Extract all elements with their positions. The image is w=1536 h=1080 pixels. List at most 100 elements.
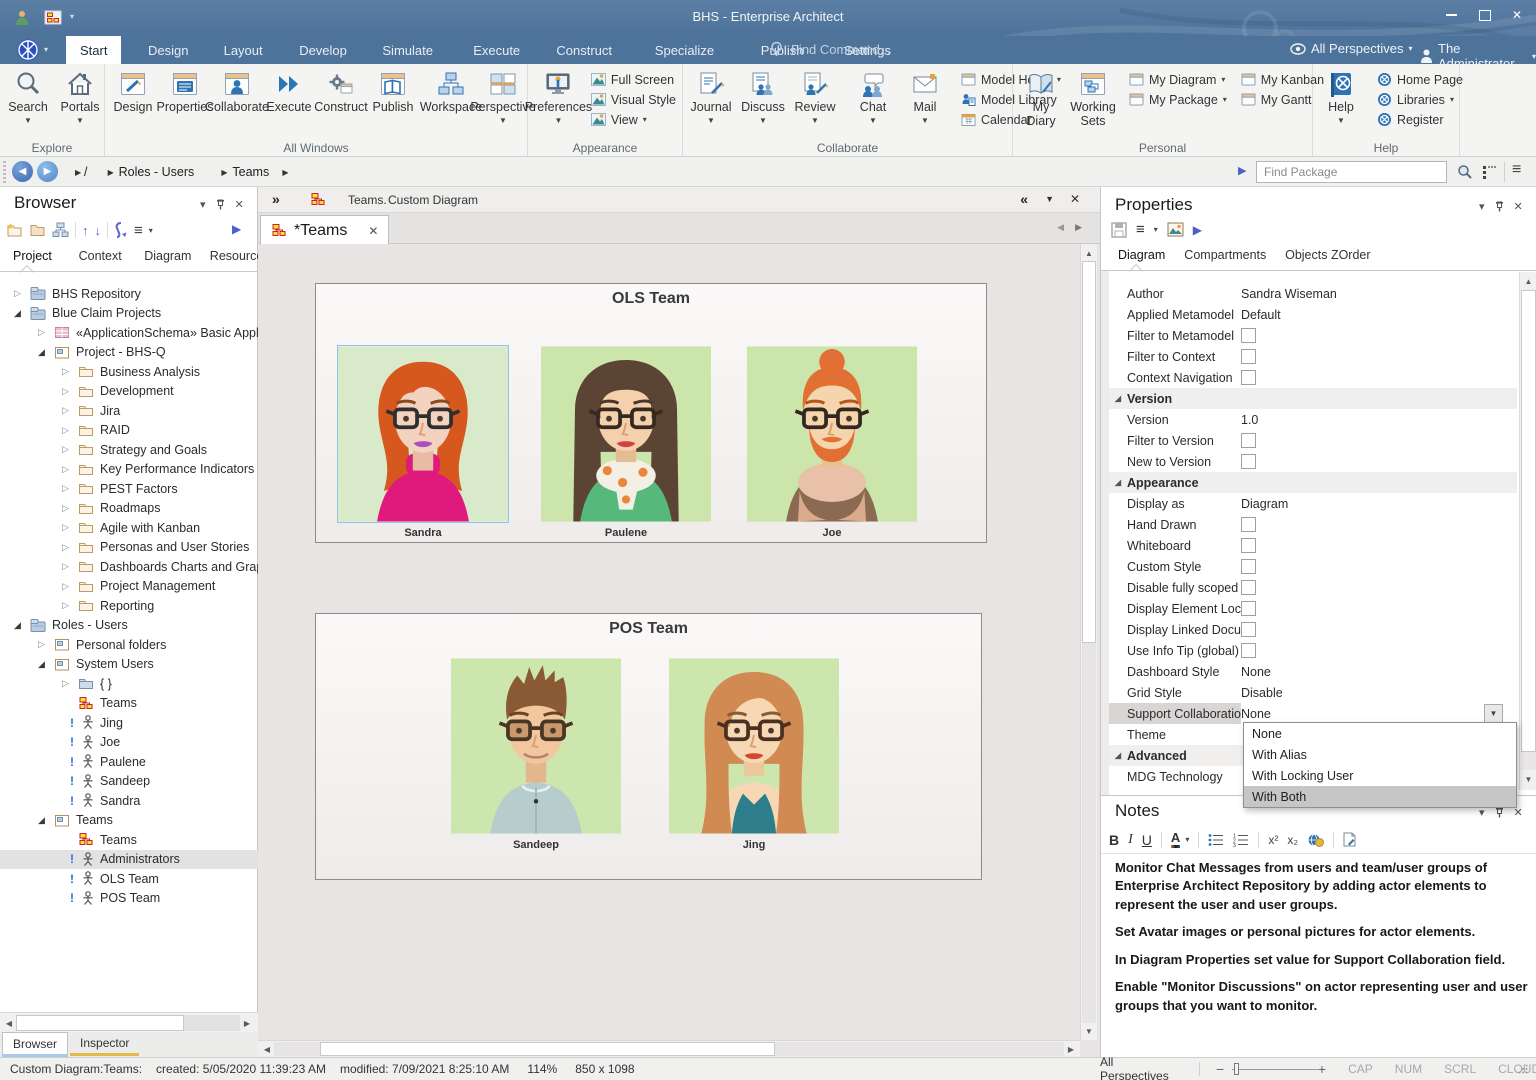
tree-item-blue-claim-projects[interactable]: ◢Blue Claim Projects — [0, 304, 258, 324]
property-row-applied-metamodel[interactable]: Applied MetamodelDefault — [1109, 304, 1517, 325]
ribbon-item-workspace[interactable]: Workspace — [425, 68, 477, 115]
ribbon-item-construct[interactable]: Construct — [315, 68, 367, 115]
breadcrumb-item[interactable]: Roles - Users — [119, 165, 195, 179]
pane-caret-icon[interactable]: ▼ — [1045, 194, 1054, 204]
font-color-button[interactable]: A — [1171, 831, 1180, 848]
tab-scroll-left-icon[interactable]: ◀ — [1057, 222, 1064, 233]
move-down-icon[interactable]: ↓ — [95, 223, 102, 238]
actor-paulene[interactable]: Paulene — [541, 346, 711, 522]
ribbon-item-preferences[interactable]: Preferences▼ — [530, 68, 587, 125]
properties-tab-objects-zorder[interactable]: Objects ZOrder — [1276, 244, 1379, 266]
tree-item--[interactable]: ▷{ } — [0, 674, 258, 694]
ribbon-tab-simulate[interactable]: Simulate — [368, 36, 447, 64]
ribbon-tab-execute[interactable]: Execute — [459, 36, 534, 64]
ribbon-item-libraries[interactable]: Libraries▾ — [1377, 92, 1463, 107]
nav-back-button[interactable]: ◀ — [12, 161, 33, 182]
property-row-filter-to-version[interactable]: Filter to Version — [1109, 430, 1517, 451]
scroll-down-button[interactable]: ▼ — [1082, 1024, 1096, 1038]
tree-item-pos-team[interactable]: !POS Team — [0, 889, 258, 909]
property-row-grid-style[interactable]: Grid StyleDisable — [1109, 682, 1517, 703]
property-row-version[interactable]: Version1.0 — [1109, 409, 1517, 430]
ribbon-tab-specialize[interactable]: Specialize — [641, 36, 728, 64]
tree-item-key-performance-indicators[interactable]: ▷Key Performance Indicators — [0, 460, 258, 480]
property-row-author[interactable]: AuthorSandra Wiseman — [1109, 283, 1517, 304]
ribbon-tab-start[interactable]: Start — [66, 36, 121, 64]
ribbon-item-visual-style[interactable]: Visual Style — [591, 92, 676, 107]
tree-item-personal-folders[interactable]: ▷Personal folders — [0, 635, 258, 655]
scroll-left-button[interactable]: ◀ — [260, 1042, 274, 1056]
property-checkbox[interactable] — [1241, 328, 1256, 343]
property-row-custom-style[interactable]: Custom Style — [1109, 556, 1517, 577]
property-checkbox[interactable] — [1241, 559, 1256, 574]
ribbon-item-collaborate[interactable]: Collaborate — [211, 68, 263, 115]
dropdown-option-none[interactable]: None — [1244, 723, 1516, 744]
expanded-arrow-icon[interactable]: ◢ — [38, 347, 45, 358]
property-row-display-linked-docu-[interactable]: Display Linked Docu... — [1109, 619, 1517, 640]
collapsed-arrow-icon[interactable]: ▷ — [62, 464, 69, 475]
diagram-canvas[interactable]: OLS TeamSandraPauleneJoePOS TeamSandeepJ… — [258, 244, 1080, 1040]
ribbon-item-chat[interactable]: Chat▼ — [847, 68, 899, 125]
section-collapse-icon[interactable]: ◢ — [1109, 751, 1127, 760]
ribbon-item-design[interactable]: Design — [107, 68, 159, 115]
property-row-dashboard-style[interactable]: Dashboard StyleNone — [1109, 661, 1517, 682]
menu-icon[interactable]: ≡ — [1136, 221, 1145, 238]
menu-caret-icon[interactable]: ▾ — [1154, 225, 1158, 234]
ribbon-item-journal[interactable]: Journal▼ — [685, 68, 737, 125]
package-browser-play-icon[interactable]: ▶ — [1238, 164, 1246, 177]
collapsed-arrow-icon[interactable]: ▷ — [14, 288, 21, 299]
property-checkbox[interactable] — [1241, 433, 1256, 448]
tree-item-agile-with-kanban[interactable]: ▷Agile with Kanban — [0, 518, 258, 538]
collapsed-arrow-icon[interactable]: ▷ — [38, 327, 45, 338]
ribbon-item-my-diary[interactable]: My Diary — [1015, 68, 1067, 129]
properties-tab-diagram[interactable]: Diagram — [1109, 244, 1174, 266]
font-color-caret-icon[interactable]: ▾ — [1185, 835, 1189, 844]
browser-tab-context[interactable]: Context — [70, 245, 131, 267]
collapsed-arrow-icon[interactable]: ▷ — [62, 522, 69, 533]
dropdown-option-with-both[interactable]: With Both — [1244, 786, 1516, 807]
scroll-thumb[interactable] — [1521, 290, 1536, 752]
property-checkbox[interactable] — [1241, 622, 1256, 637]
property-checkbox[interactable] — [1241, 517, 1256, 532]
underline-button[interactable]: U — [1142, 832, 1152, 848]
minimize-button[interactable] — [1434, 0, 1468, 30]
properties-tab-compartments[interactable]: Compartments — [1175, 244, 1275, 266]
tab-scroll-right-icon[interactable]: ▶ — [1075, 222, 1082, 233]
ribbon-item-register[interactable]: Register — [1377, 112, 1463, 127]
scroll-thumb[interactable] — [1082, 261, 1096, 643]
property-row-use-info-tip-global-[interactable]: Use Info Tip (global) — [1109, 640, 1517, 661]
tree-item-bhs-repository[interactable]: ▷BHS Repository — [0, 284, 258, 304]
actor-sandeep[interactable]: Sandeep — [451, 658, 621, 834]
status-toggle-cap[interactable]: CAP — [1348, 1062, 1373, 1076]
zoom-in-button[interactable]: + — [1318, 1061, 1326, 1077]
scroll-thumb[interactable] — [16, 1015, 184, 1031]
tree-item-pest-factors[interactable]: ▷PEST Factors — [0, 479, 258, 499]
ribbon-item-home-page[interactable]: Home Page — [1377, 72, 1463, 87]
panel-close-icon[interactable]: ✕ — [235, 198, 244, 211]
property-checkbox[interactable] — [1241, 580, 1256, 595]
collapsed-arrow-icon[interactable]: ▷ — [62, 600, 69, 611]
scroll-down-button[interactable]: ▼ — [1521, 772, 1536, 787]
perspectives-dropdown[interactable]: All Perspectives▾ — [1290, 41, 1413, 56]
collapsed-arrow-icon[interactable]: ▷ — [62, 366, 69, 377]
hamburger-menu-icon[interactable]: ≡ — [134, 222, 143, 239]
support-collaboration-dropdown[interactable]: NoneWith AliasWith Locking UserWith Both — [1243, 722, 1517, 808]
property-row-support-collaboration[interactable]: Support CollaborationNone▼ — [1109, 703, 1517, 724]
collapsed-arrow-icon[interactable]: ▷ — [62, 405, 69, 416]
zoom-out-button[interactable]: − — [1216, 1061, 1224, 1077]
ribbon-item-help[interactable]: Help▼ — [1315, 68, 1367, 125]
zoom-slider-thumb[interactable] — [1234, 1063, 1239, 1075]
nav-forward-button[interactable]: ▶ — [37, 161, 58, 182]
tree-item-teams[interactable]: ◢Teams — [0, 811, 258, 831]
actor-sandra[interactable]: Sandra — [338, 346, 508, 522]
collapse-pane-icon[interactable]: « — [1020, 191, 1028, 207]
collapsed-arrow-icon[interactable]: ▷ — [62, 444, 69, 455]
ribbon-item-execute[interactable]: Execute — [263, 68, 315, 115]
collapsed-arrow-icon[interactable]: ▷ — [62, 678, 69, 689]
collapsed-arrow-icon[interactable]: ▷ — [62, 561, 69, 572]
ribbon-item-full-screen[interactable]: Full Screen — [591, 72, 676, 87]
hamburger-caret-icon[interactable]: ▾ — [149, 226, 153, 235]
tab-close-icon[interactable]: ✕ — [368, 224, 378, 238]
tree-item-joe[interactable]: !Joe — [0, 733, 258, 753]
italic-button[interactable]: I — [1128, 832, 1133, 848]
maximize-button[interactable] — [1468, 0, 1502, 30]
